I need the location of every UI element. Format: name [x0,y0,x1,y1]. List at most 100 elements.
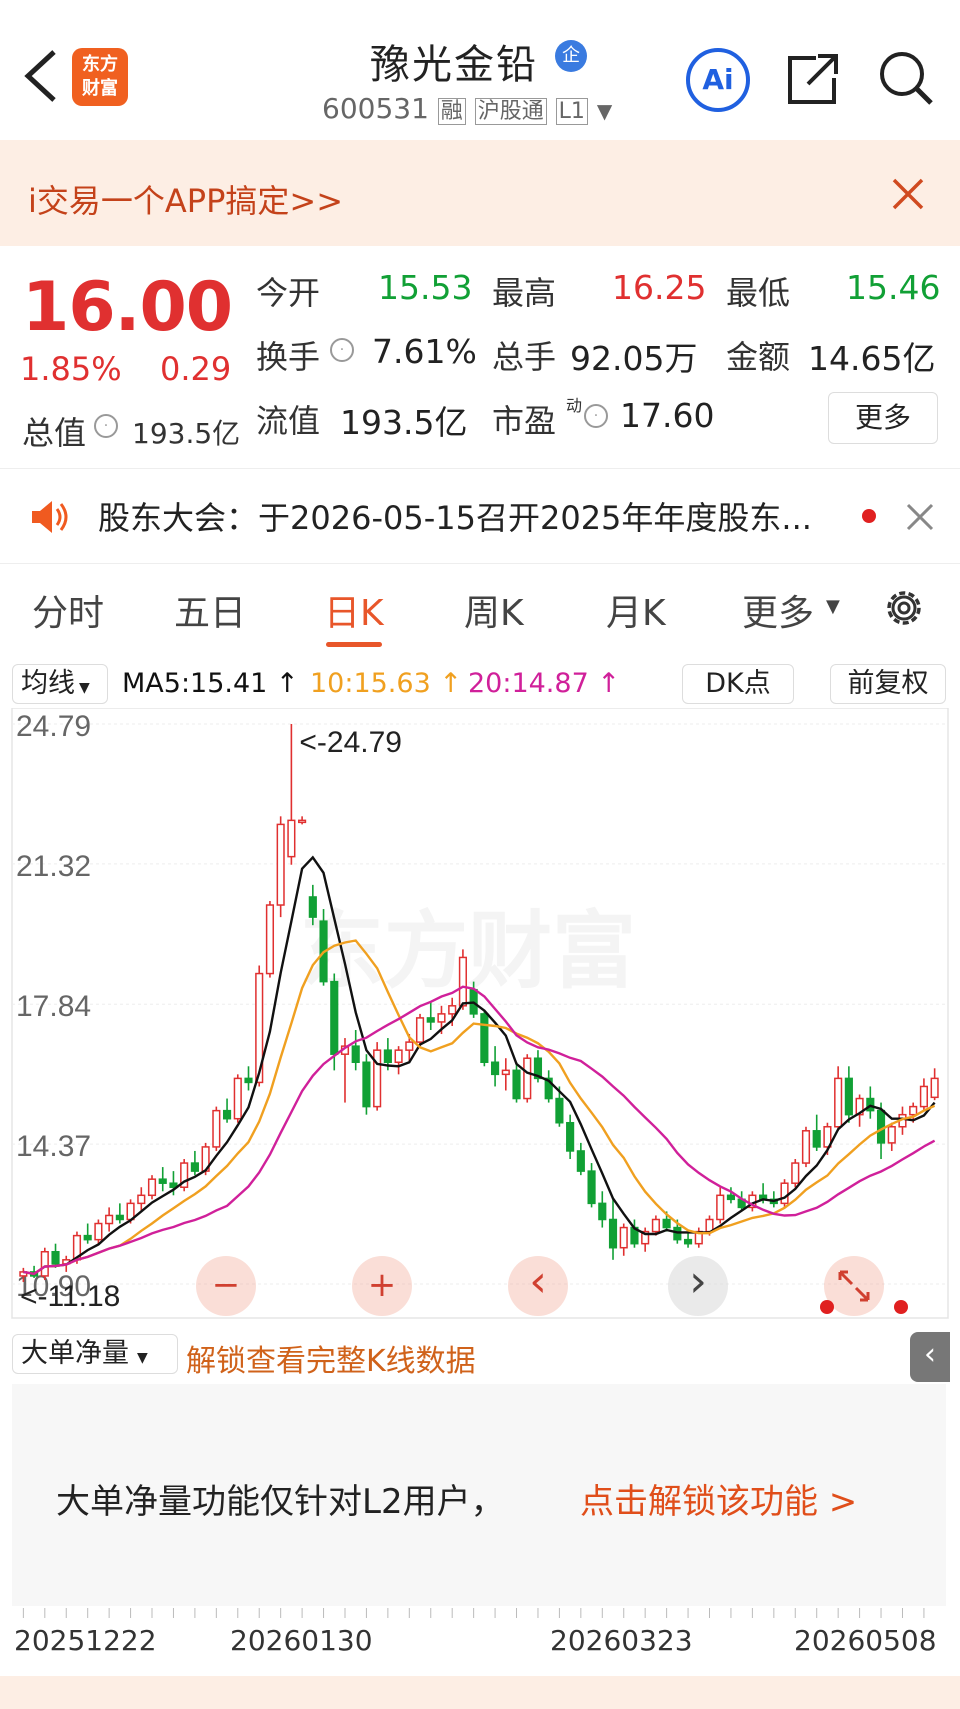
indicator-select[interactable]: 大单净量 ▼ [12,1334,178,1374]
candle-body [40,1250,49,1277]
tab-intraday[interactable]: 分时 [32,584,104,636]
zoom-in-button[interactable]: + [352,1256,412,1316]
top-header: 东方 财富 豫光金铅 企 600531 融 沪股通 L1 ▼ Ai [0,0,960,140]
candle-body [190,1162,199,1172]
candle-body [458,956,467,1007]
candle-body [105,1214,114,1225]
notice-text: 股东大会：于2026-05-15召开2025年年度股东... [98,499,812,537]
candle-body [137,1194,146,1205]
connect-tag: 沪股通 [474,98,547,125]
bottom-strip [0,1676,960,1709]
candle-body [598,1202,607,1221]
enterprise-badge: 企 [555,40,587,72]
candle-body [51,1250,60,1265]
speaker-icon [30,499,70,535]
ma10-legend: 10:15.63 ↑ [310,668,462,699]
banner-close-button[interactable] [890,176,926,212]
candle-body [83,1234,92,1241]
pe-info-icon[interactable]: · [584,404,608,428]
candle-body [115,1214,124,1221]
tab-monthly-k[interactable]: 月K [606,584,666,636]
candle-body [362,1061,371,1108]
chart-toolbar: 均线 ▼ MA5:15.41 ↑ 10:15.63 ↑ 20:14.87 ↑ DK… [0,656,960,710]
share-button[interactable] [786,50,842,106]
notice-bar[interactable]: 股东大会：于2026-05-15召开2025年年度股东... [0,468,960,564]
candle-body [801,1130,811,1164]
tab-five-day[interactable]: 五日 [174,584,246,636]
candle-body [876,1109,886,1144]
amount-label: 金额 [726,338,791,376]
period-tabs: 分时 五日 日K 周K 月K 更多 ▼ [0,564,960,656]
next-button[interactable]: › [668,1256,728,1316]
notice-dot [862,509,876,523]
candle-body [651,1218,660,1233]
open-label: 今开 [256,274,321,312]
candle-body [909,1105,918,1116]
candle-body [212,1109,221,1148]
tab-daily-k[interactable]: 日K [324,584,384,636]
pe-superscript: 动 [566,396,583,415]
candle-body [147,1178,157,1197]
candle-body [330,980,339,1055]
tab-more[interactable]: 更多 [742,584,814,636]
locked-panel-text: 大单净量功能仅针对L2用户， [56,1482,505,1522]
candle-body [222,1109,232,1120]
y-tick-label: 17.84 [16,990,91,1023]
amount-value: 14.65亿 [808,339,936,378]
dropdown-icon: ▼ [79,680,90,696]
margin-tag: 融 [437,98,466,125]
app-logo: 东方 财富 [72,48,128,106]
candle-body [566,1121,575,1152]
candle-body [555,1097,564,1124]
volume-label: 总手 [492,338,557,376]
promo-banner[interactable]: i交易一个APP搞定>> [0,140,960,246]
float-label: 流值 [256,402,321,440]
max-price-annotation: <-24.79 [299,726,402,759]
unlock-text[interactable]: 解锁查看完整K线数据 [186,1336,476,1380]
candle-body [415,1017,425,1043]
change-amount: 0.29 [160,350,232,388]
back-button[interactable] [16,44,66,104]
candle-body [405,1041,414,1051]
locked-panel-link[interactable]: 点击解锁该功能 > [580,1474,857,1523]
search-button[interactable] [876,48,936,108]
kline-chart[interactable]: 24.79 21.32 17.84 14.37 10.90 东方财富 <-24.79 <-11… [0,708,960,1326]
high-label: 最高 [492,274,557,312]
candle-body [662,1218,671,1229]
candle-body [373,1049,382,1108]
info-icon[interactable]: · [94,414,118,438]
side-collapse-button[interactable]: ‹ [910,1332,950,1382]
high-value: 16.25 [612,268,707,307]
search-icon [880,52,933,105]
close-icon [906,503,934,531]
dk-point-label: DK点 [705,668,771,699]
candle-body [244,1077,253,1084]
candle-body [448,1005,457,1015]
tab-weekly-k[interactable]: 周K [464,584,524,636]
candle-body [351,1045,360,1064]
turnover-info-icon[interactable]: · [330,338,354,362]
prev-button[interactable]: ‹ [508,1256,568,1316]
candle-body [834,1077,843,1128]
zoom-out-button[interactable]: − [196,1256,256,1316]
kline-svg[interactable]: 24.7921.3217.8414.3710.90东方财富<-24.79<-11… [0,708,960,1326]
more-button[interactable]: 更多 [828,392,938,444]
dropdown-triangle-icon[interactable]: ▼ [597,99,612,123]
candle-body [844,1077,853,1116]
fullscreen-dot-right [894,1300,908,1314]
level-tag: L1 [555,98,588,125]
x-label-1: 20251222 [14,1624,157,1657]
chart-settings-button[interactable] [880,584,928,632]
ma-select[interactable]: 均线 ▼ [12,664,108,704]
dk-point-button[interactable]: DK点 [682,664,794,704]
candle-body [780,1182,789,1205]
turnover-label: 换手 [256,338,321,376]
chart-frame [11,708,949,1319]
candle-body [426,1017,435,1023]
ai-button[interactable]: Ai [686,48,750,112]
last-price: 16.00 [22,268,233,347]
notice-close-button[interactable] [906,503,934,531]
adjust-button[interactable]: 前复权 [830,664,946,704]
market-cap-label: 总值 [22,414,87,452]
ma20-legend: 20:14.87 ↑ [468,668,620,699]
